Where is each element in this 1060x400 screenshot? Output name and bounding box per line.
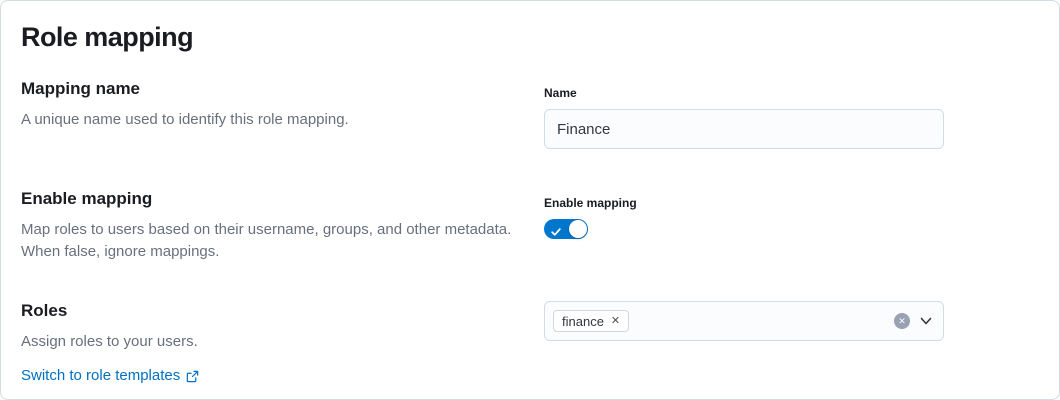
section-mapping-name: Mapping name A unique name used to ident… — [21, 77, 1039, 149]
enable-mapping-text: Enable mapping Map roles to users based … — [21, 187, 526, 263]
remove-role-icon[interactable]: ✕ — [611, 316, 620, 327]
roles-combobox[interactable]: finance ✕ ✕ — [544, 301, 944, 341]
switch-to-role-templates-link[interactable]: Switch to role templates — [21, 365, 200, 387]
mapping-name-field-group: Name — [544, 77, 944, 149]
roles-description: Assign roles to your users. — [21, 331, 526, 353]
switch-to-role-templates: Switch to role templates — [21, 365, 526, 387]
enable-mapping-toggle-label: Enable mapping — [544, 195, 944, 211]
switch-to-role-templates-label: Switch to role templates — [21, 365, 180, 387]
page-title: Role mapping — [21, 21, 1039, 53]
role-mapping-panel: Role mapping Mapping name A unique name … — [0, 0, 1060, 400]
enable-mapping-toggle[interactable] — [544, 219, 588, 239]
chevron-down-icon[interactable] — [919, 314, 933, 328]
mapping-name-description: A unique name used to identify this role… — [21, 109, 526, 131]
name-input[interactable] — [544, 109, 944, 149]
check-icon — [551, 224, 561, 242]
mapping-name-text: Mapping name A unique name used to ident… — [21, 77, 526, 131]
popout-icon — [185, 369, 200, 384]
role-pill-finance: finance ✕ — [553, 310, 629, 332]
enable-mapping-description: Map roles to users based on their userna… — [21, 219, 526, 263]
roles-heading: Roles — [21, 299, 526, 323]
section-enable-mapping: Enable mapping Map roles to users based … — [21, 187, 1039, 263]
mapping-name-heading: Mapping name — [21, 77, 526, 101]
roles-field-group: finance ✕ ✕ — [544, 299, 944, 341]
enable-mapping-field-group: Enable mapping — [544, 187, 944, 239]
clear-icon: ✕ — [898, 317, 906, 326]
section-roles: Roles Assign roles to your users. Switch… — [21, 299, 1039, 387]
roles-text: Roles Assign roles to your users. Switch… — [21, 299, 526, 387]
combobox-actions: ✕ — [894, 313, 933, 329]
clear-selection-button[interactable]: ✕ — [894, 313, 910, 329]
role-pill-label: finance — [562, 314, 604, 329]
enable-mapping-heading: Enable mapping — [21, 187, 526, 211]
name-field-label: Name — [544, 85, 944, 101]
toggle-knob — [569, 220, 587, 238]
